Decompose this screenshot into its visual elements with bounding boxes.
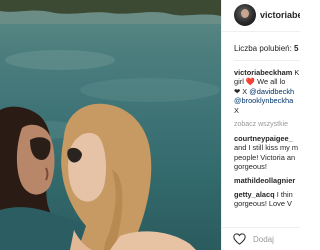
heart-icon[interactable] <box>233 233 246 245</box>
photo-scene <box>0 0 221 250</box>
caption-line: X <box>234 105 239 115</box>
caption: victoriabeckham K girl ❤️ We all lo ❤ X … <box>234 68 300 115</box>
comment-username[interactable]: courtneypaigee_ <box>234 134 300 143</box>
post-header: victoriabeckham <box>222 0 300 32</box>
post-username[interactable]: victoriabeckham <box>260 10 300 20</box>
caption-line: girl ❤️ We all lo <box>234 77 286 87</box>
likes-label: Liczba polubień: <box>234 44 295 53</box>
post-footer <box>222 227 300 250</box>
comment-text: gorgeous! Love V <box>234 199 292 209</box>
mention-link[interactable]: @davidbeckh <box>249 87 294 96</box>
mention-link[interactable]: @brooklynbeckha <box>234 96 300 105</box>
comment-item: mathildeollagnier <box>234 176 300 185</box>
comment-text: I thin <box>276 190 293 199</box>
avatar[interactable] <box>234 4 256 26</box>
comment-username[interactable]: mathildeollagnier <box>234 176 300 185</box>
comment-text: people! Victoria an <box>234 152 296 162</box>
divider <box>234 60 300 61</box>
caption-username[interactable]: victoriabeckham <box>234 68 292 77</box>
caption-line: ❤ X <box>234 86 248 96</box>
likes-value: 5 <box>294 44 299 53</box>
comment-username[interactable]: getty_alacq <box>234 190 275 199</box>
post-sidebar: victoriabeckham Liczba polubień: 5 victo… <box>221 0 300 250</box>
comment-input[interactable] <box>253 232 300 246</box>
comment-item: getty_alacq I thin gorgeous! Love V <box>234 190 300 209</box>
view-all-comments[interactable]: zobacz wszystkie <box>234 120 300 129</box>
likes-count[interactable]: Liczba polubień: 5 <box>234 44 299 53</box>
comment-text: and I still kiss my m <box>234 143 299 153</box>
comment-item: courtneypaigee_ and I still kiss my m pe… <box>234 134 300 172</box>
post-photo[interactable] <box>0 0 221 250</box>
comment-text: gorgeous! <box>234 162 267 172</box>
caption-text: K <box>292 68 300 77</box>
